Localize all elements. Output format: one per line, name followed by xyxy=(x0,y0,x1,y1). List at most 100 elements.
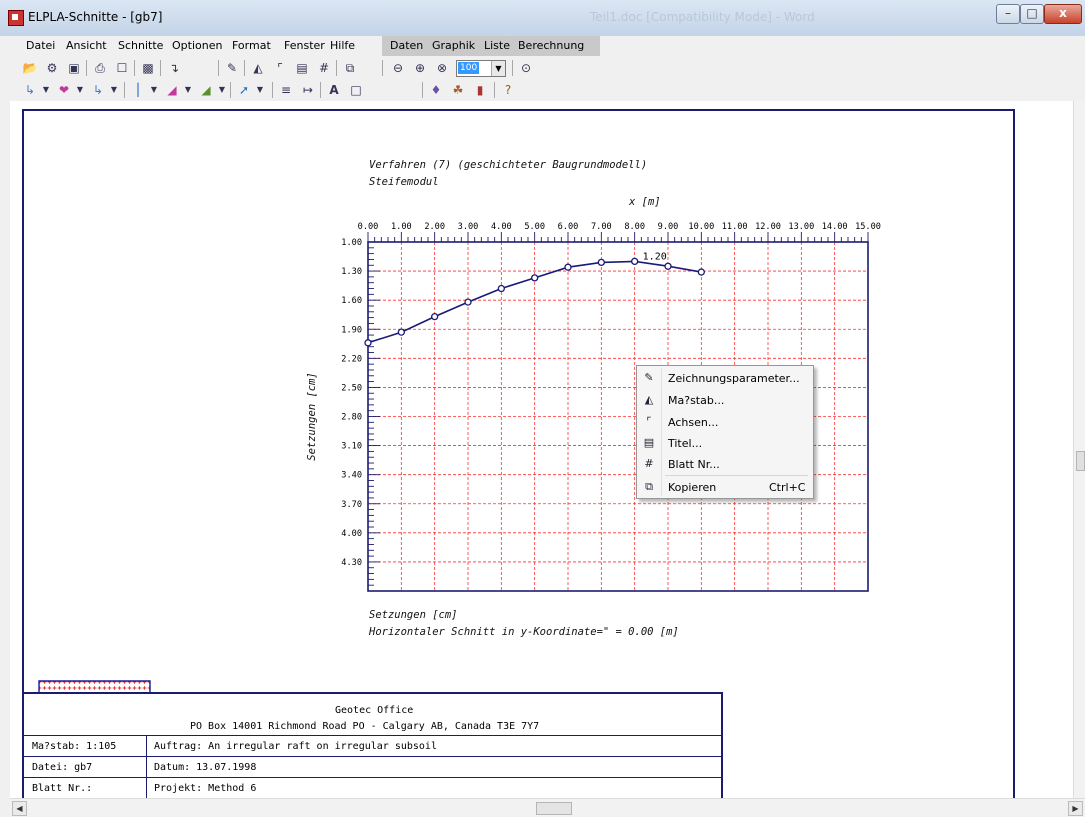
y-tick-label: 2.50 xyxy=(341,383,362,393)
app-icon[interactable] xyxy=(8,10,24,26)
data-point xyxy=(597,258,605,267)
data-point xyxy=(697,268,705,276)
menu-item-achsen[interactable]: ⌜ Achsen... xyxy=(637,412,811,433)
x-tick-label: 13.00 xyxy=(788,222,814,232)
open-icon[interactable]: 📂 xyxy=(22,60,38,76)
chevron-down-icon[interactable]: ▼ xyxy=(180,82,196,98)
close-button[interactable]: x xyxy=(1044,4,1082,24)
line-style-icon[interactable]: ↳ xyxy=(22,82,38,98)
menu-liste[interactable]: Liste xyxy=(484,39,510,52)
color-palette-icon[interactable]: ☘ xyxy=(450,82,466,98)
horizontal-scroll-thumb[interactable] xyxy=(536,802,572,815)
zoom-fit-icon[interactable]: ⊗ xyxy=(434,60,450,76)
x-tick-label: 1.00 xyxy=(391,222,412,232)
page-icon[interactable]: ☐ xyxy=(114,60,130,76)
chevron-down-icon[interactable]: ▼ xyxy=(146,82,162,98)
print-setup-icon[interactable]: ⚙ xyxy=(44,60,60,76)
zoom-reset-icon[interactable]: ⊙ xyxy=(518,60,534,76)
menu-bar: Datei Ansicht Schnitte Optionen Format F… xyxy=(10,36,1085,56)
axis-fill-icon[interactable]: ◢ xyxy=(164,82,180,98)
x-tick-label: 8.00 xyxy=(624,222,645,232)
y-tick-label: 2.20 xyxy=(341,354,362,364)
toolbar-drawing: ↳ ▼ ❤ ▼ ↳ ▼ ⎪ ▼ ◢ ▼ ◢ ▼ ➚ ▼ ≡ ↦ A □ ♦ ☘ … xyxy=(10,79,1085,101)
window-title: ELPLA-Schnitte - [gb7] xyxy=(28,10,163,24)
text-icon[interactable]: A xyxy=(326,82,342,98)
left-frame xyxy=(0,36,10,816)
horizontal-scrollbar[interactable]: ◀ ▶ xyxy=(10,798,1085,817)
y-tick-label: 1.60 xyxy=(341,296,362,306)
save-icon[interactable]: ▣ xyxy=(66,60,82,76)
menu-schnitte[interactable]: Schnitte xyxy=(118,39,163,52)
menu-graphik[interactable]: Graphik xyxy=(432,39,475,52)
menu-item-massstab[interactable]: ◭ Ma?stab... xyxy=(637,390,811,411)
copy-icon[interactable]: ⧉ xyxy=(342,60,358,76)
menu-item-titel[interactable]: ▤ Titel... xyxy=(637,433,811,454)
y-tick-label: 1.00 xyxy=(341,238,362,248)
zoom-in-icon[interactable]: ⊕ xyxy=(412,60,428,76)
chevron-down-icon[interactable]: ▼ xyxy=(214,82,230,98)
scale-label: Ma?stab: 1:105 xyxy=(32,741,117,752)
drawing-params-icon[interactable]: ✎ xyxy=(224,60,240,76)
data-point xyxy=(464,298,472,306)
dimension-icon[interactable]: ↦ xyxy=(300,82,316,98)
pen-icon[interactable]: ➚ xyxy=(236,82,252,98)
fill-icon[interactable]: ❤ xyxy=(56,82,72,98)
vertical-scroll-thumb[interactable] xyxy=(1076,451,1085,471)
vertical-scrollbar[interactable] xyxy=(1073,101,1085,798)
menu-datei[interactable]: Datei xyxy=(26,39,55,52)
data-point xyxy=(497,284,505,293)
sheet-number-icon[interactable]: # xyxy=(316,60,332,76)
maximize-button[interactable]: □ xyxy=(1020,4,1044,24)
menu-optionen[interactable]: Optionen xyxy=(172,39,222,52)
axis-color-icon[interactable]: ◢ xyxy=(198,82,214,98)
menu-ansicht[interactable]: Ansicht xyxy=(66,39,107,52)
help-icon[interactable]: ? xyxy=(500,82,516,98)
menu-hilfe[interactable]: Hilfe xyxy=(330,39,355,52)
menu-daten[interactable]: Daten xyxy=(390,39,423,52)
file-label: Datei: gb7 xyxy=(32,762,93,773)
zoom-select[interactable]: 100 ▼ xyxy=(456,60,506,77)
chevron-down-icon[interactable]: ▼ xyxy=(252,82,268,98)
copy-icon: ⧉ xyxy=(645,480,653,493)
title-icon[interactable]: ▤ xyxy=(294,60,310,76)
axis-line-icon[interactable]: ⎪ xyxy=(130,82,146,98)
zoom-value: 100 xyxy=(458,62,480,74)
data-point xyxy=(397,328,405,336)
scale-icon[interactable]: ◭ xyxy=(250,60,266,76)
book-icon[interactable]: ▮ xyxy=(472,82,488,98)
layers-icon[interactable]: ♦ xyxy=(428,82,444,98)
menu-fenster[interactable]: Fenster xyxy=(284,39,325,52)
y-tick-label: 3.70 xyxy=(341,500,362,510)
scroll-left-icon[interactable]: ◀ xyxy=(12,801,27,816)
menu-berechnung[interactable]: Berechnung xyxy=(518,39,584,52)
menu-item-zeichnungsparameter[interactable]: ✎ Zeichnungsparameter... xyxy=(637,368,811,389)
chevron-down-icon[interactable]: ▼ xyxy=(38,82,54,98)
pointer-icon[interactable]: ↴ xyxy=(166,60,182,76)
print-icon[interactable]: ⎙ xyxy=(92,60,108,76)
line-width-icon[interactable]: ≡ xyxy=(278,82,294,98)
menu-format[interactable]: Format xyxy=(232,39,271,52)
title-block: Geotec Office PO Box 14001 Richmond Road… xyxy=(22,692,723,798)
data-point xyxy=(531,274,539,282)
order-label: Auftrag: An irregular raft on irregular … xyxy=(154,741,437,752)
preview-icon[interactable]: ▩ xyxy=(140,60,156,76)
sheet-number-icon: # xyxy=(644,457,654,470)
y-tick-label: 4.30 xyxy=(341,558,362,568)
x-tick-label: 3.00 xyxy=(458,222,479,232)
curve-style-icon[interactable]: ↳ xyxy=(90,82,106,98)
kopieren-shortcut: Ctrl+C xyxy=(769,481,806,494)
chevron-down-icon[interactable]: ▼ xyxy=(491,61,505,76)
frame-icon[interactable]: □ xyxy=(348,82,364,98)
menu-item-blatt-nr[interactable]: # Blatt Nr... xyxy=(637,454,811,475)
data-point xyxy=(431,312,439,321)
axes-icon[interactable]: ⌜ xyxy=(272,60,288,76)
chevron-down-icon[interactable]: ▼ xyxy=(106,82,122,98)
x-tick-label: 4.00 xyxy=(491,222,512,232)
zoom-out-icon[interactable]: ⊖ xyxy=(390,60,406,76)
minimize-button[interactable]: – xyxy=(996,4,1020,24)
data-point xyxy=(631,257,639,266)
chevron-down-icon[interactable]: ▼ xyxy=(72,82,88,98)
company-address: PO Box 14001 Richmond Road PO - Calgary … xyxy=(190,721,540,732)
scroll-right-icon[interactable]: ▶ xyxy=(1068,801,1083,816)
menu-item-kopieren[interactable]: ⧉ Kopieren Ctrl+C xyxy=(637,477,811,498)
